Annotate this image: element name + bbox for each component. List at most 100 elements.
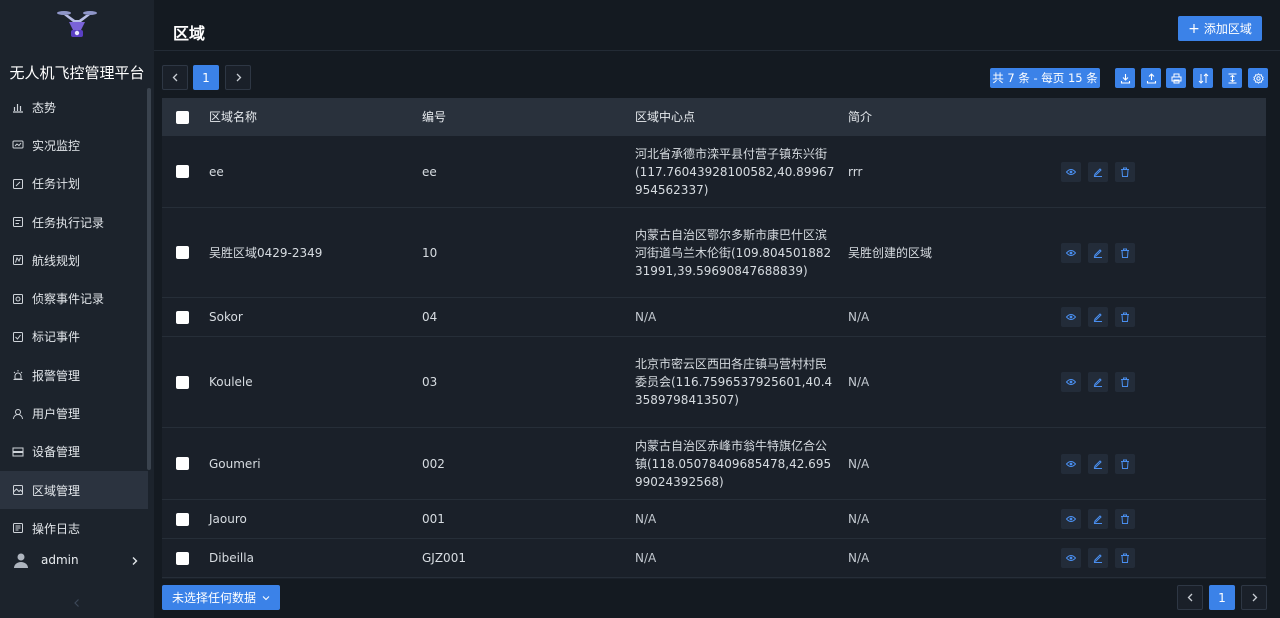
download-button[interactable]	[1115, 68, 1135, 88]
cell-center: 内蒙古自治区赤峰市翁牛特旗亿合公镇(118.05078409685478,42.…	[635, 438, 832, 489]
table-row: 吴胜区域0429-2349 10 内蒙古自治区鄂尔多斯市康巴什区滨河街道乌兰木伦…	[162, 208, 1266, 298]
row-actions	[1061, 161, 1135, 182]
page-button-current[interactable]: 1	[193, 65, 219, 90]
view-button[interactable]	[1061, 307, 1081, 327]
table-row: Koulele 03 北京市密云区西田各庄镇马营村村民委员会(116.75965…	[162, 337, 1266, 428]
sidebar: 无人机飞控管理平台 态势 实况监控 任务计划 任务执行记录 航线规划 侦察事件记…	[0, 0, 154, 618]
edit-button[interactable]	[1088, 307, 1108, 327]
upload-button[interactable]	[1141, 68, 1161, 88]
area-table: 区域名称 编号 区域中心点 简介 ee ee 河北省承德市滦平县付营子镇东兴街(…	[162, 98, 1266, 579]
upload-icon	[1146, 72, 1156, 84]
user-menu[interactable]: admin	[0, 547, 148, 573]
edit-button[interactable]	[1088, 242, 1108, 263]
settings-button[interactable]	[1248, 68, 1268, 88]
delete-button[interactable]	[1115, 453, 1135, 474]
delete-button[interactable]	[1115, 307, 1135, 327]
view-button[interactable]	[1061, 453, 1081, 474]
chevron-right-icon	[130, 555, 140, 565]
view-button[interactable]	[1061, 509, 1081, 529]
eye-icon	[1066, 379, 1076, 385]
sidebar-item-live-monitor[interactable]: 实况监控	[0, 126, 148, 164]
delete-button[interactable]	[1115, 548, 1135, 568]
cell-center: N/A	[635, 310, 657, 324]
cell-code: GJZ001	[422, 551, 466, 565]
cell-center: 内蒙古自治区鄂尔多斯市康巴什区滨河街道乌兰木伦街(109.80450188231…	[635, 227, 832, 278]
edit-icon	[1093, 459, 1102, 469]
gear-icon	[1252, 72, 1264, 84]
trash-icon	[1121, 167, 1129, 177]
row-checkbox[interactable]	[176, 551, 189, 565]
footer-page-button-current[interactable]: 1	[1209, 585, 1235, 610]
sidebar-item-label: 态势	[32, 100, 57, 115]
sort-button[interactable]	[1193, 68, 1213, 88]
row-checkbox[interactable]	[176, 310, 189, 324]
sidebar-item-task-plan[interactable]: 任务计划	[0, 165, 148, 203]
sidebar-item-task-records[interactable]: 任务执行记录	[0, 203, 148, 241]
delete-button[interactable]	[1115, 372, 1135, 392]
sidebar-item-device-management[interactable]: 设备管理	[0, 433, 148, 471]
table-header: 区域名称 编号 区域中心点 简介	[162, 98, 1266, 136]
prev-page-button[interactable]	[162, 65, 188, 90]
eye-icon	[1066, 249, 1076, 256]
row-checkbox[interactable]	[176, 375, 189, 389]
sidebar-item-area-management[interactable]: 区域管理	[0, 470, 148, 510]
view-button[interactable]	[1061, 161, 1081, 182]
sidebar-item-label: 标记事件	[32, 330, 81, 345]
trash-icon	[1121, 312, 1129, 322]
sidebar-item-label: 设备管理	[32, 445, 81, 460]
sidebar-item-label: 任务计划	[32, 177, 81, 192]
column-height-button[interactable]	[1222, 68, 1242, 88]
chevron-down-icon	[262, 595, 270, 600]
column-header-name[interactable]: 区域名称	[209, 98, 257, 136]
sidebar-item-user-management[interactable]: 用户管理	[0, 394, 148, 432]
column-header-code[interactable]: 编号	[422, 98, 446, 136]
trash-icon	[1121, 248, 1129, 258]
cell-intro: N/A	[848, 310, 870, 324]
cell-name: 吴胜区域0429-2349	[209, 246, 323, 260]
eye-icon	[1066, 314, 1076, 320]
edit-button[interactable]	[1088, 372, 1108, 392]
sidebar-item-situation[interactable]: 态势	[0, 88, 148, 126]
view-button[interactable]	[1061, 372, 1081, 392]
column-header-center[interactable]: 区域中心点	[635, 98, 695, 136]
edit-button[interactable]	[1088, 161, 1108, 182]
row-checkbox[interactable]	[176, 512, 189, 526]
record-count-badge: 共 7 条 - 每页 15 条	[990, 68, 1100, 88]
edit-icon	[1093, 167, 1102, 177]
edit-button[interactable]	[1088, 509, 1108, 529]
sidebar-item-operation-log[interactable]: 操作日志	[0, 509, 148, 547]
sidebar-scrollbar[interactable]	[147, 88, 151, 470]
edit-button[interactable]	[1088, 453, 1108, 474]
table-row: Dibeilla GJZ001 N/A N/A	[162, 539, 1266, 578]
select-all-checkbox[interactable]	[176, 111, 189, 124]
delete-button[interactable]	[1115, 161, 1135, 182]
plus-icon: +	[1188, 20, 1200, 37]
sidebar-item-label: 报警管理	[32, 368, 81, 383]
column-header-intro[interactable]: 简介	[848, 98, 872, 136]
collapse-sidebar-icon[interactable]	[70, 596, 84, 610]
user-icon	[12, 408, 24, 420]
add-area-label: 添加区域	[1203, 22, 1252, 36]
footer-next-page-button[interactable]	[1241, 585, 1267, 610]
view-button[interactable]	[1061, 548, 1081, 568]
sidebar-item-route-planning[interactable]: 航线规划	[0, 241, 148, 279]
edit-button[interactable]	[1088, 548, 1108, 568]
selection-dropdown-button[interactable]: 未选择任何数据	[162, 585, 280, 610]
user-name: admin	[41, 553, 79, 567]
sidebar-item-label: 任务执行记录	[32, 215, 105, 230]
add-area-button[interactable]: + 添加区域	[1178, 16, 1262, 41]
sidebar-item-mark-events[interactable]: 标记事件	[0, 318, 148, 356]
delete-button[interactable]	[1115, 242, 1135, 263]
trash-icon	[1121, 553, 1129, 563]
row-checkbox[interactable]	[176, 457, 189, 470]
row-checkbox[interactable]	[176, 246, 189, 259]
sidebar-item-alarm-management[interactable]: 报警管理	[0, 356, 148, 394]
sidebar-item-scout-events[interactable]: 侦察事件记录	[0, 279, 148, 317]
next-page-button[interactable]	[225, 65, 251, 90]
row-checkbox[interactable]	[176, 165, 189, 178]
view-button[interactable]	[1061, 242, 1081, 263]
delete-button[interactable]	[1115, 509, 1135, 529]
footer-prev-page-button[interactable]	[1177, 585, 1203, 610]
record-icon	[12, 216, 24, 228]
print-button[interactable]	[1166, 68, 1186, 88]
